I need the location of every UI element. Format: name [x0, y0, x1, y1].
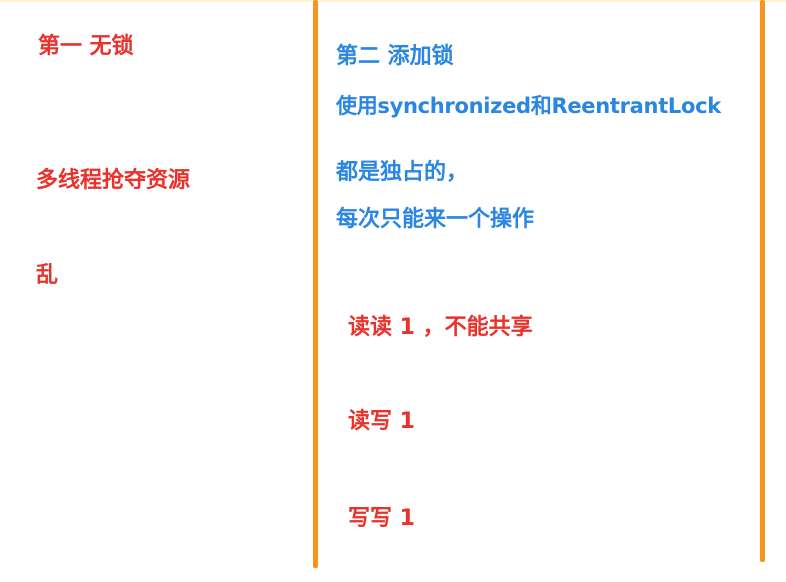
case-write-write: 写写 1 — [348, 506, 415, 531]
left-title: 第一 无锁 — [38, 34, 134, 59]
left-divider-line — [313, 0, 318, 568]
case-read-read: 读读 1 ，不能共享 — [348, 315, 533, 340]
right-divider-line — [760, 0, 765, 562]
left-point-resource-contention: 多线程抢夺资源 — [36, 168, 191, 193]
left-point-chaos: 乱 — [36, 263, 59, 288]
right-desc-exclusive: 都是独占的， — [336, 160, 469, 185]
top-border — [0, 0, 786, 2]
right-subtitle-locks: 使用synchronized和ReentrantLock — [336, 94, 721, 118]
right-title: 第二 添加锁 — [336, 44, 454, 69]
case-read-write: 读写 1 — [348, 409, 415, 434]
right-desc-one-at-a-time: 每次只能来一个操作 — [336, 207, 535, 232]
